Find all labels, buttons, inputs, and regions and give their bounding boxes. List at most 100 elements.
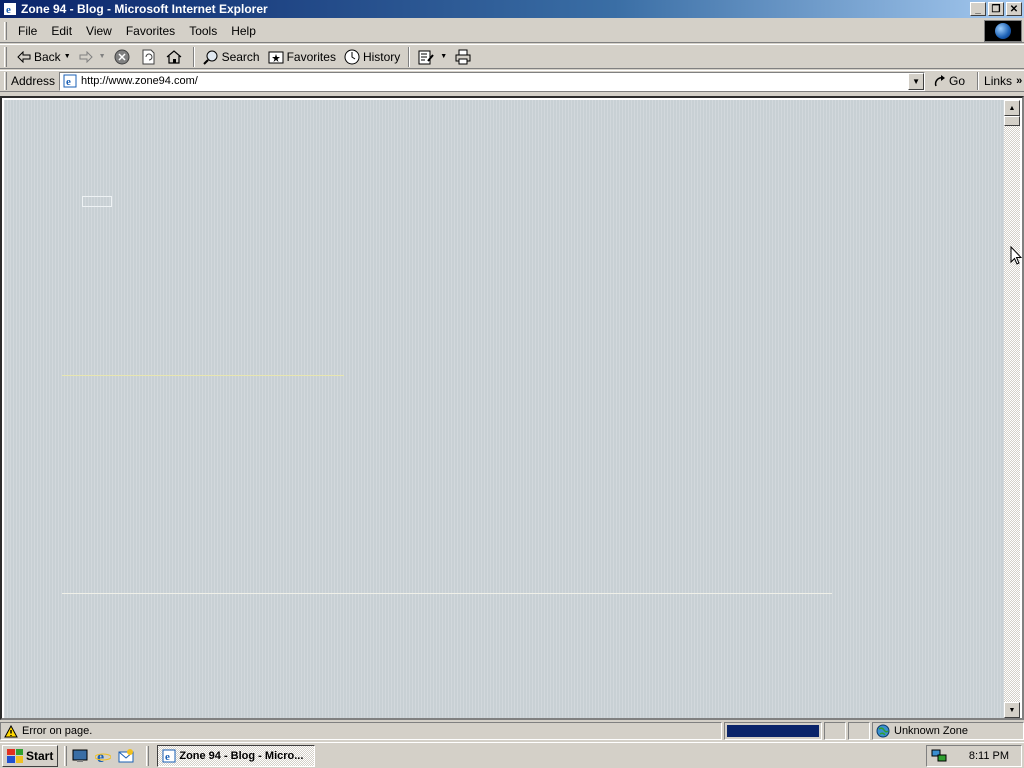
ie-launch-icon[interactable]: e xyxy=(94,747,112,765)
edit-icon xyxy=(418,50,435,64)
search-label: Search xyxy=(221,49,260,64)
go-button[interactable]: Go xyxy=(933,74,965,88)
menu-grip[interactable] xyxy=(4,21,7,40)
menu-bar: File Edit View Favorites Tools Help xyxy=(0,19,1024,43)
zone-label: Unknown Zone xyxy=(894,725,968,737)
svg-text:e: e xyxy=(66,76,71,88)
windows-logo-icon xyxy=(7,748,23,763)
status-message-pane[interactable]: Error on page. xyxy=(0,722,722,740)
restore-button[interactable]: ❐ xyxy=(988,2,1004,16)
links-toolbar[interactable]: Links » xyxy=(977,72,1022,90)
ie-icon: e xyxy=(3,2,17,16)
horizontal-rule xyxy=(62,593,832,594)
scroll-thumb[interactable] xyxy=(1004,116,1020,126)
menu-file[interactable]: File xyxy=(11,22,44,40)
menu-view[interactable]: View xyxy=(79,22,119,40)
favorites-icon xyxy=(268,51,284,63)
ie-icon: e xyxy=(162,749,176,763)
favorites-button[interactable]: Favorites xyxy=(264,46,340,68)
network-icon[interactable] xyxy=(931,749,947,763)
go-arrow-icon xyxy=(934,75,946,87)
globe-icon xyxy=(995,23,1011,39)
address-dropdown-icon[interactable]: ▼ xyxy=(908,72,925,90)
mouse-cursor-icon xyxy=(1010,246,1022,265)
close-button[interactable]: ✕ xyxy=(1006,2,1022,16)
scroll-down-button[interactable]: ▼ xyxy=(1004,702,1020,718)
back-label: Back xyxy=(34,49,61,64)
status-bar: Error on page. Unknown Zone xyxy=(0,721,1024,741)
history-icon xyxy=(344,49,360,64)
search-icon xyxy=(202,50,218,65)
back-icon xyxy=(17,50,31,63)
standard-toolbar: Back ▼ ▼ Search Favorites History ▼ xyxy=(0,44,1024,69)
status-pane-empty xyxy=(848,722,870,740)
svg-text:e: e xyxy=(165,751,170,763)
task-label: Zone 94 - Blog - Micro... xyxy=(179,749,304,762)
page-icon: e xyxy=(62,73,78,89)
forward-dropdown-icon[interactable]: ▼ xyxy=(99,53,106,60)
refresh-button[interactable] xyxy=(137,46,162,68)
search-button[interactable]: Search xyxy=(199,46,264,68)
broken-image-placeholder xyxy=(82,196,112,207)
security-zone-pane: Unknown Zone xyxy=(872,722,1024,740)
show-desktop-icon[interactable] xyxy=(71,747,89,765)
chevron-icon[interactable]: » xyxy=(1016,75,1022,87)
address-label: Address xyxy=(11,74,56,88)
go-label: Go xyxy=(949,74,966,88)
toolbar-separator xyxy=(408,46,411,67)
minimize-button[interactable]: _ xyxy=(970,2,986,16)
address-input[interactable] xyxy=(81,75,909,87)
status-message: Error on page. xyxy=(22,725,93,737)
vertical-scrollbar[interactable]: ▲ ▼ xyxy=(1004,100,1020,718)
home-icon xyxy=(166,49,181,64)
home-button[interactable] xyxy=(162,46,189,68)
menu-favorites[interactable]: Favorites xyxy=(119,22,182,40)
progress-pane xyxy=(724,722,822,740)
print-button[interactable] xyxy=(451,46,478,68)
quicklaunch-grip[interactable] xyxy=(64,745,68,766)
title-bar[interactable]: e Zone 94 - Blog - Microsoft Internet Ex… xyxy=(0,0,1024,18)
status-pane-empty xyxy=(824,722,846,740)
start-button[interactable]: Start xyxy=(2,744,59,767)
history-button[interactable]: History xyxy=(340,46,404,68)
svg-text:e: e xyxy=(97,749,104,764)
forward-button[interactable]: ▼ xyxy=(75,46,110,68)
taskbar-window-ie[interactable]: e Zone 94 - Blog - Micro... xyxy=(157,744,316,767)
address-grip[interactable] xyxy=(4,72,7,90)
svg-text:e: e xyxy=(6,4,11,16)
toolbar-grip[interactable] xyxy=(4,46,7,67)
activity-throbber xyxy=(984,20,1022,42)
stop-button[interactable] xyxy=(110,46,137,68)
progress-bar-fill xyxy=(727,725,819,737)
print-icon xyxy=(455,49,471,64)
back-button[interactable]: Back ▼ xyxy=(13,46,75,68)
edit-button[interactable]: ▼ xyxy=(414,46,451,68)
horizontal-rule xyxy=(62,375,344,376)
internet-zone-icon xyxy=(876,724,890,738)
page-content-frame: ▲ ▼ xyxy=(0,96,1024,720)
taskbar: Start e e Zone 94 - Blog - Micro... 8:11… xyxy=(0,742,1024,768)
tasks-grip[interactable] xyxy=(146,745,150,766)
start-label: Start xyxy=(26,748,54,763)
refresh-icon xyxy=(142,49,155,64)
favorites-label: Favorites xyxy=(286,49,336,64)
stop-icon xyxy=(114,49,130,64)
scroll-up-button[interactable]: ▲ xyxy=(1004,100,1020,116)
edit-dropdown-icon[interactable]: ▼ xyxy=(440,53,447,60)
history-label: History xyxy=(362,49,401,64)
page-viewport[interactable] xyxy=(4,100,1007,718)
toolbar-separator xyxy=(192,46,195,67)
links-label: Links xyxy=(984,74,1013,88)
menu-edit[interactable]: Edit xyxy=(44,22,79,40)
clock[interactable]: 8:11 PM xyxy=(969,750,1009,762)
address-bar: Address e ▼ Go Links » xyxy=(0,70,1024,92)
address-field[interactable]: e ▼ xyxy=(59,71,926,91)
menu-tools[interactable]: Tools xyxy=(182,22,224,40)
back-dropdown-icon[interactable]: ▼ xyxy=(64,53,71,60)
window-title: Zone 94 - Blog - Microsoft Internet Expl… xyxy=(21,2,268,16)
menu-help[interactable]: Help xyxy=(224,22,263,40)
system-tray: 8:11 PM xyxy=(926,745,1022,767)
outlook-express-icon[interactable] xyxy=(117,747,135,765)
warning-icon xyxy=(4,724,18,737)
forward-icon xyxy=(79,50,93,63)
